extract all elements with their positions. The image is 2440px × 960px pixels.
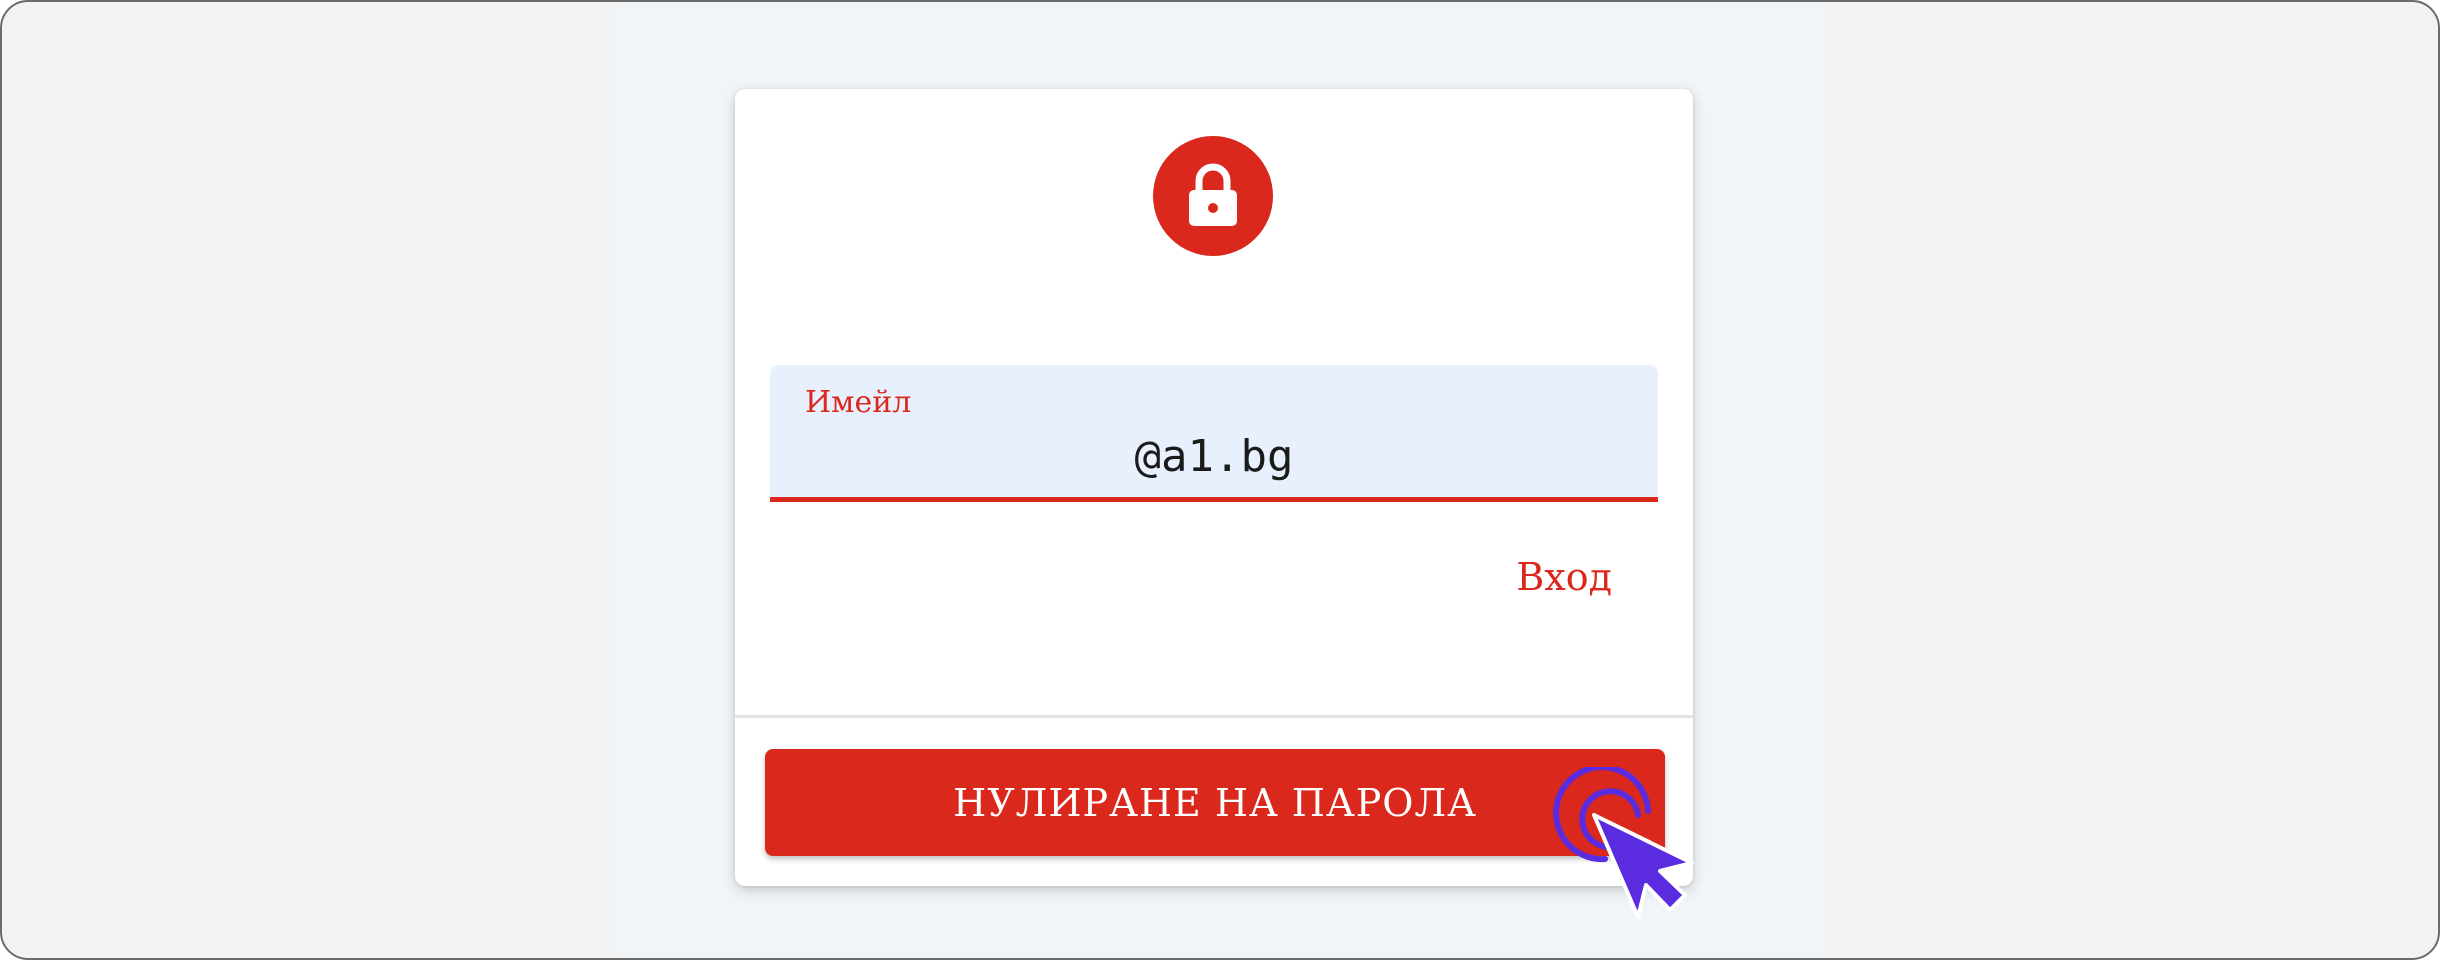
email-field[interactable]: Имейл bbox=[770, 365, 1658, 502]
reset-password-button[interactable]: НУЛИРАНЕ НА ПАРОЛА bbox=[765, 749, 1665, 856]
lock-badge bbox=[1153, 136, 1273, 256]
click-cursor-icon bbox=[1553, 767, 1694, 919]
login-link[interactable]: Вход bbox=[1516, 555, 1612, 599]
email-label: Имейл bbox=[805, 385, 912, 420]
screenshot-frame: Имейл Вход НУЛИРАНЕ НА ПАРОЛА bbox=[0, 0, 2440, 960]
email-input[interactable] bbox=[770, 431, 1658, 482]
card-divider bbox=[735, 715, 1693, 718]
lock-icon bbox=[1189, 163, 1237, 226]
